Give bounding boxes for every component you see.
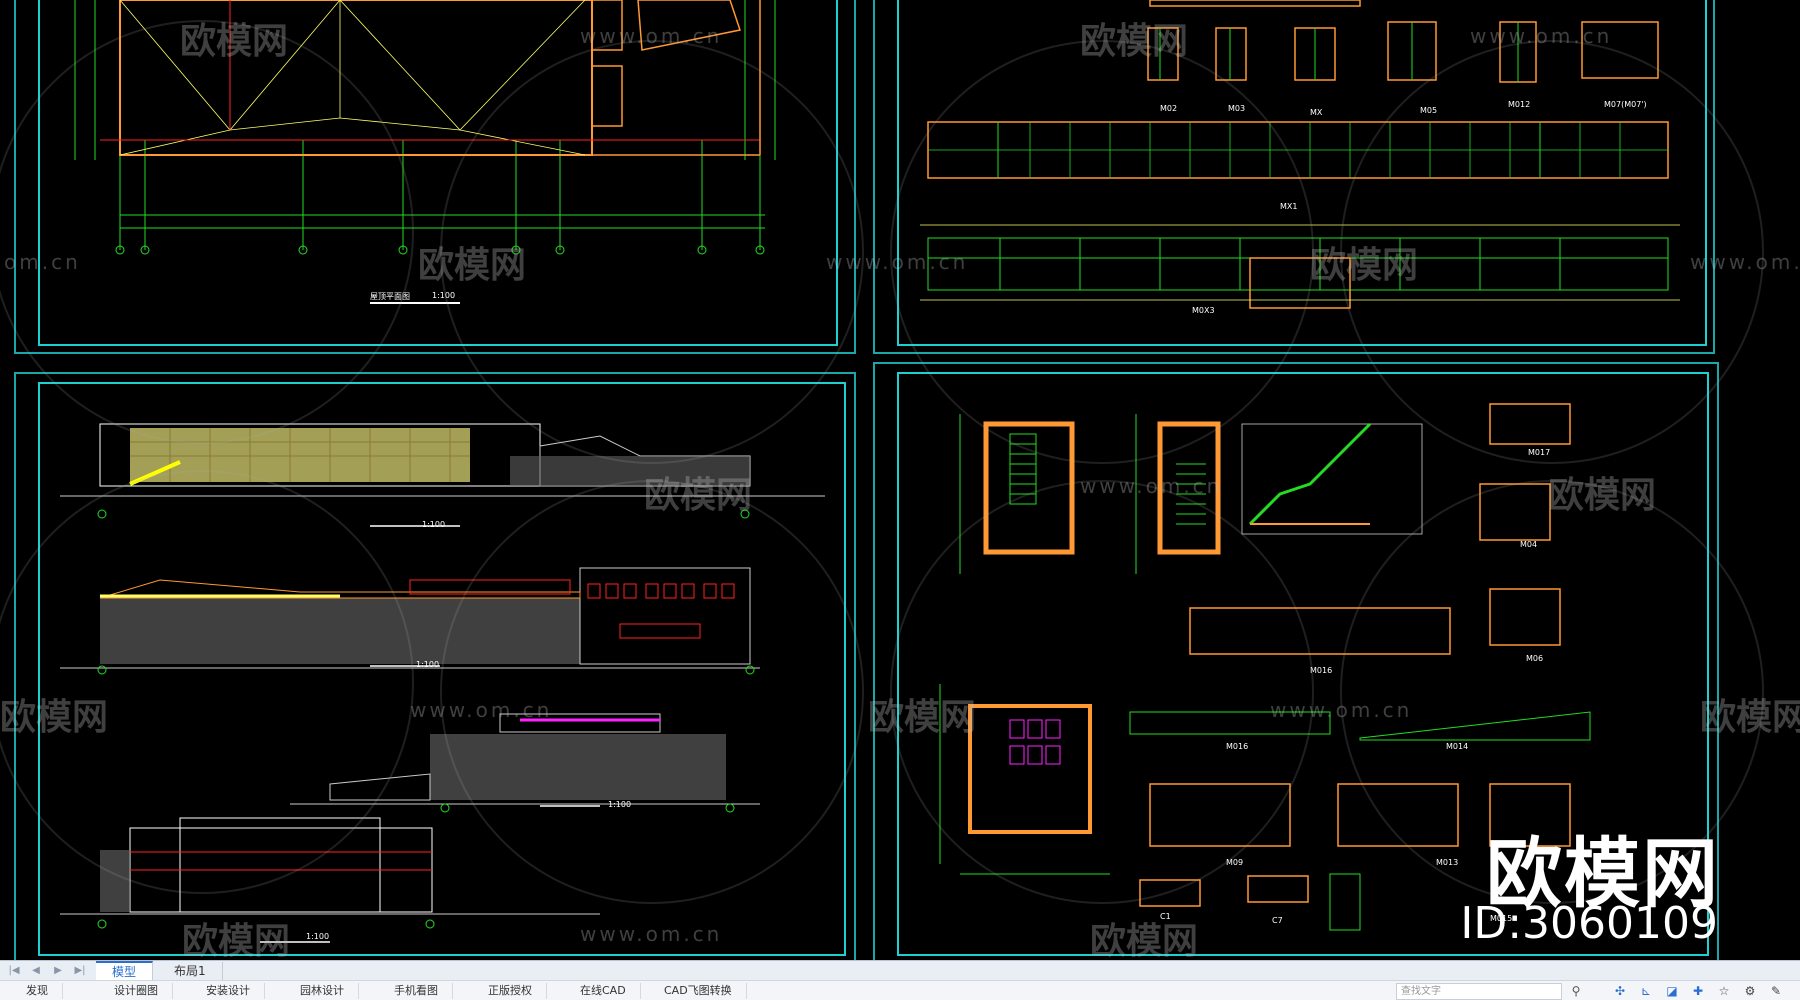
watermark-brand: 欧模网: [1080, 21, 1189, 62]
watermark-brand: 欧模网: [1090, 921, 1199, 960]
brand-id: ID:3060109: [1460, 898, 1718, 949]
toolbar-install-design[interactable]: 安装设计: [192, 983, 265, 999]
toolbar-mobile-view[interactable]: 手机看图: [380, 983, 453, 999]
watermark-brand: 欧模网: [0, 697, 109, 738]
watermark-url: www.om.cn: [580, 24, 723, 48]
toolbar-cad-convert[interactable]: CAD飞图转换: [650, 983, 747, 999]
watermark-url: www.om.cn: [1270, 698, 1413, 722]
toolbar-online-cad[interactable]: 在线CAD: [566, 983, 641, 999]
tab-model[interactable]: 模型: [96, 961, 154, 981]
watermark-brand: 欧模网: [418, 245, 527, 286]
polar-icon[interactable]: ◪: [1664, 983, 1680, 999]
first-tab-icon[interactable]: |◀: [8, 965, 20, 977]
bottom-toolbar: 发现 设计圈图 安装设计 园林设计 手机看图 正版授权 在线CAD CAD飞图转…: [0, 980, 1800, 1000]
detail-label-m016-a: M016: [1310, 666, 1333, 675]
detail-label-c7: C7: [1272, 916, 1283, 925]
watermark-brand: 欧模网: [868, 697, 977, 738]
watermark-url: www.om.cn: [1470, 24, 1613, 48]
last-tab-icon[interactable]: ▶|: [74, 965, 86, 977]
prev-tab-icon[interactable]: ◀: [30, 965, 42, 977]
ortho-icon[interactable]: ⊾: [1638, 983, 1654, 999]
watermark-brand: 欧模网: [182, 921, 291, 960]
star-icon[interactable]: ☆: [1716, 983, 1732, 999]
elevation-2-scale: 1:100: [416, 660, 440, 669]
elevation-4-scale: 1:100: [306, 932, 330, 941]
layout-tab-bar: |◀ ◀ ▶ ▶| 模型 布局1: [0, 960, 1800, 981]
toolbar-landscape-design[interactable]: 园林设计: [286, 983, 359, 999]
watermark-brand: 欧模网: [1548, 475, 1657, 516]
watermark-brand: 欧模网: [644, 475, 753, 516]
door-label-mx: MX: [1310, 108, 1323, 117]
watermark-ring: [440, 480, 864, 904]
grid-icon[interactable]: ✚: [1690, 983, 1706, 999]
settings-icon[interactable]: ⚙: [1742, 983, 1758, 999]
cad-drawing-canvas[interactable]: 屋顶平面图 1:100 M02 M03 MX M05 M012 M07(M07'…: [0, 0, 1800, 960]
search-icon[interactable]: ⚲: [1568, 983, 1584, 999]
watermark-ring: [0, 470, 414, 894]
pen-icon[interactable]: ✎: [1768, 983, 1784, 999]
watermark-url: www.om.cn: [580, 922, 723, 946]
watermark-url: www.om.cn: [1080, 474, 1223, 498]
tab-layout1[interactable]: 布局1: [158, 962, 223, 980]
watermark-brand: 欧模网: [180, 21, 289, 62]
search-text-input[interactable]: 查找文字: [1396, 983, 1562, 1000]
toolbar-design-circle[interactable]: 设计圈图: [100, 983, 173, 999]
watermark-ring: [0, 20, 414, 444]
watermark-url: www.om.cn: [826, 250, 969, 274]
watermark-brand: 欧模网: [1310, 245, 1419, 286]
toolbar-license[interactable]: 正版授权: [474, 983, 547, 999]
watermark-brand: 欧模网: [1700, 697, 1800, 738]
snap-icon[interactable]: ✣: [1612, 983, 1628, 999]
toolbar-discover[interactable]: 发现: [14, 983, 63, 999]
watermark-url: www.om.cn: [410, 698, 553, 722]
watermark-url: www.om.cn: [1690, 250, 1800, 274]
watermark-url: om.cn: [4, 250, 81, 274]
elevation-1-scale: 1:100: [422, 520, 446, 529]
next-tab-icon[interactable]: ▶: [52, 965, 64, 977]
